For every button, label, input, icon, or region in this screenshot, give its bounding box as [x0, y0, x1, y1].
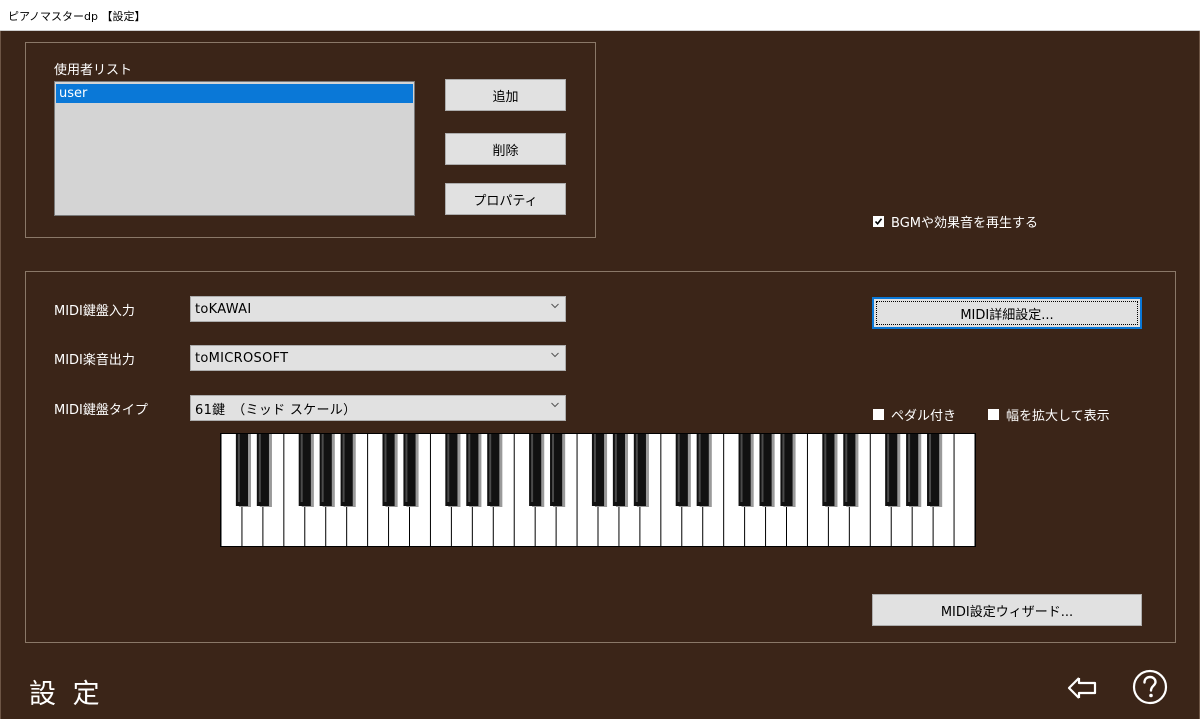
black-key-highlight: [405, 434, 408, 502]
black-key-highlight: [908, 434, 911, 502]
black-key-highlight: [887, 434, 890, 502]
black-key: [550, 434, 563, 506]
midi-type-value: 61鍵 （ミッド スケール）: [195, 402, 357, 418]
midi-output-label: MIDI楽音出力: [54, 353, 135, 368]
black-key: [738, 434, 751, 506]
chevron-down-icon: [551, 402, 559, 408]
piano-keyboard: [220, 433, 976, 547]
black-key-highlight: [321, 434, 324, 502]
list-item[interactable]: user: [56, 84, 413, 103]
black-key: [235, 434, 249, 506]
user-list-label: 使用者リスト: [54, 63, 133, 78]
black-key-highlight: [593, 434, 596, 502]
black-key: [759, 434, 772, 506]
black-key: [927, 434, 940, 506]
black-key-highlight: [552, 434, 555, 502]
black-key-highlight: [614, 434, 617, 502]
help-button[interactable]: [1131, 668, 1169, 706]
page-title: 設 定: [29, 679, 104, 710]
black-key: [822, 434, 835, 506]
black-key-highlight: [740, 434, 743, 502]
bgm-check-box[interactable]: [873, 216, 884, 227]
black-key-highlight: [677, 434, 680, 502]
midi-output-value: toMICROSOFT: [195, 350, 289, 366]
black-key: [612, 434, 626, 506]
wide-display-check-box[interactable]: [988, 409, 999, 420]
black-key-highlight: [300, 434, 303, 502]
black-key-highlight: [447, 434, 450, 502]
midi-wizard-button[interactable]: MIDI設定ウィザード...: [872, 594, 1142, 626]
midi-input-select[interactable]: toKAWAI: [190, 296, 566, 322]
black-key: [445, 434, 458, 506]
chevron-down-icon: [551, 352, 559, 358]
white-key: [954, 434, 975, 546]
window-titlebar[interactable]: ピアノマスターdp 【設定】: [0, 0, 1200, 31]
pedal-label: ペダル付き: [891, 409, 957, 424]
help-icon: [1132, 669, 1168, 705]
window-title: ピアノマスターdp 【設定】: [8, 10, 146, 23]
black-key: [843, 434, 856, 506]
black-key-highlight: [782, 434, 785, 502]
black-key: [298, 434, 311, 506]
black-key: [382, 434, 395, 506]
black-key-highlight: [468, 434, 471, 502]
black-key: [885, 434, 898, 506]
midi-detail-settings-button[interactable]: MIDI詳細設定...: [872, 297, 1142, 329]
black-key: [780, 434, 793, 506]
black-key-highlight: [698, 434, 701, 502]
black-key-highlight: [342, 434, 345, 502]
black-key: [529, 434, 542, 506]
add-button[interactable]: 追加: [445, 79, 566, 111]
checkmark-icon: [874, 218, 883, 226]
black-key-highlight: [489, 434, 492, 502]
bgm-label: BGMや効果音を再生する: [891, 216, 1038, 231]
black-key: [403, 434, 416, 506]
settings-panel: 使用者リスト user 追加 削除 プロパティ BGMや効果音を再生する MID…: [0, 31, 1200, 719]
black-key: [319, 434, 332, 506]
black-key-highlight: [258, 434, 261, 502]
bgm-checkbox[interactable]: BGMや効果音を再生する: [873, 212, 1038, 231]
black-key: [256, 434, 269, 506]
black-key: [633, 434, 646, 506]
black-key: [675, 434, 688, 506]
black-key-highlight: [531, 434, 534, 502]
user-listbox[interactable]: user: [54, 81, 415, 216]
properties-button[interactable]: プロパティ: [445, 183, 566, 215]
pedal-checkbox[interactable]: ペダル付き: [873, 405, 956, 424]
black-key-highlight: [384, 434, 387, 502]
black-key-highlight: [237, 434, 240, 502]
black-key: [487, 434, 500, 506]
black-key-highlight: [635, 434, 638, 502]
delete-button[interactable]: 削除: [445, 133, 566, 165]
midi-output-select[interactable]: toMICROSOFT: [190, 345, 566, 371]
black-key-highlight: [845, 434, 848, 502]
black-key-highlight: [824, 434, 827, 502]
midi-type-label: MIDI鍵盤タイプ: [54, 403, 148, 418]
midi-input-label: MIDI鍵盤入力: [54, 304, 135, 319]
midi-type-select[interactable]: 61鍵 （ミッド スケール）: [190, 395, 566, 421]
wide-display-checkbox[interactable]: 幅を拡大して表示: [988, 405, 1110, 424]
pedal-check-box[interactable]: [873, 409, 884, 420]
black-key: [340, 434, 353, 506]
black-key: [906, 434, 919, 506]
back-arrow-icon: [1067, 677, 1097, 699]
chevron-down-icon: [551, 303, 559, 309]
black-key-highlight: [761, 434, 764, 502]
black-key-highlight: [929, 434, 932, 502]
wide-display-label: 幅を拡大して表示: [1006, 409, 1110, 424]
black-key: [466, 434, 479, 506]
back-button[interactable]: [1065, 672, 1099, 704]
midi-input-value: toKAWAI: [195, 301, 252, 317]
black-key: [591, 434, 605, 506]
black-key: [696, 434, 709, 506]
